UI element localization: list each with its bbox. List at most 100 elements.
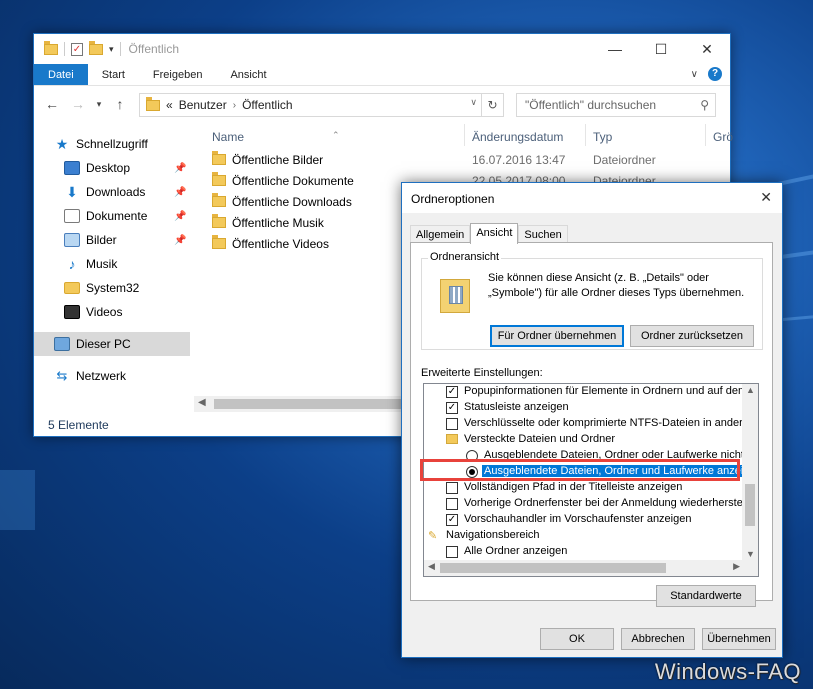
nav-item-this-pc[interactable]: Dieser PC [34,332,190,356]
column-date[interactable]: Änderungsdatum [472,130,563,144]
maximize-button[interactable]: ☐ [638,34,684,64]
checkbox[interactable]: ✓ [446,402,458,414]
refresh-icon[interactable]: ↻ [481,94,503,116]
expand-ribbon-icon[interactable]: ∨ [691,69,698,80]
table-row[interactable]: Öffentliche Bilder 16.07.2016 13:47 Date… [202,150,730,171]
tab-ansicht[interactable]: Ansicht [470,223,519,244]
setting-row[interactable]: Vorherige Ordnerfenster bei der Anmeldun… [424,496,758,512]
setting-label: Statusleiste anzeigen [464,401,569,413]
address-overflow[interactable]: « [166,98,173,112]
quick-access-toolbar: ✓ ▾ [34,40,121,56]
properties-icon[interactable]: ✓ [71,42,83,56]
close-button[interactable]: ✕ [684,34,730,64]
setting-label: Navigationsbereich [446,529,540,541]
checkbox[interactable]: ✓ [446,514,458,526]
file-date: 16.07.2016 13:47 [472,153,566,167]
setting-row[interactable]: Alle Ordner anzeigen [424,544,758,560]
column-name[interactable]: Name [212,130,244,144]
setting-row[interactable]: ✓ Popupinformationen für Elemente in Ord… [424,384,758,400]
search-input[interactable]: "Öffentlich" durchsuchen ⚲ [516,93,716,117]
tab-datei[interactable]: Datei [34,64,88,85]
close-icon[interactable]: ✕ [760,189,772,206]
nav-item-bilder[interactable]: Bilder 📌 [34,228,190,252]
checkbox[interactable] [446,482,458,494]
tab-start[interactable]: Start [88,64,139,85]
file-name: Öffentliche Dokumente [232,174,354,188]
nav-item-system32[interactable]: System32 [34,276,190,300]
setting-group-row: ✎ Navigationsbereich [424,528,758,544]
back-icon[interactable]: ← [42,96,62,112]
breadcrumb-benutzer[interactable]: Benutzer [179,98,227,112]
horizontal-scrollbar[interactable]: ◀ ▶ [424,560,758,576]
setting-row[interactable]: ✓ Vorschauhandler im Vorschaufenster anz… [424,512,758,528]
ok-button[interactable]: OK [540,628,614,650]
nav-label: Dokumente [86,209,148,223]
chevron-down-icon[interactable]: ▾ [109,44,114,55]
recent-locations-icon[interactable]: ▾ [94,99,104,110]
nav-item-videos[interactable]: Videos [34,300,190,324]
breadcrumb-oeffentlich[interactable]: Öffentlich [242,98,292,112]
setting-row[interactable]: ✓ Statusleiste anzeigen [424,400,758,416]
chevron-down-icon[interactable]: ∨ [470,97,477,108]
restore-defaults-button[interactable]: Standardwerte [656,585,756,607]
pin-icon[interactable]: 📌 [174,235,186,246]
search-placeholder: "Öffentlich" durchsuchen [525,98,657,112]
apply-to-folders-button[interactable]: Für Ordner übernehmen [490,325,624,347]
vertical-scrollbar[interactable]: ▲ ▼ [742,384,758,560]
checkbox[interactable]: ✓ [446,386,458,398]
minimize-button[interactable]: — [592,34,638,64]
folder-icon[interactable] [44,40,58,55]
checkbox[interactable] [446,418,458,430]
scroll-down-icon[interactable]: ▼ [746,549,755,559]
help-icon[interactable]: ? [708,67,722,81]
column-divider[interactable] [705,124,706,146]
column-size[interactable]: Grö [713,130,733,144]
wallpaper-beam [0,470,35,530]
column-divider[interactable] [585,124,586,146]
pin-icon[interactable]: 📌 [174,211,186,222]
column-type[interactable]: Typ [593,130,612,144]
nav-item-downloads[interactable]: ⬇ Downloads 📌 [34,180,190,204]
pin-icon[interactable]: 📌 [174,187,186,198]
forward-icon[interactable]: → [68,96,88,112]
scroll-left-icon[interactable]: ◀ [428,561,435,572]
search-icon[interactable]: ⚲ [700,98,709,112]
file-name: Öffentliche Downloads [232,195,352,209]
checkbox[interactable] [446,546,458,558]
address-bar[interactable]: « Benutzer › Öffentlich ∨ ↻ [139,93,504,117]
scrollbar-thumb[interactable] [214,399,424,409]
setting-row[interactable]: Vollständigen Pfad in der Titelleiste an… [424,480,758,496]
scroll-up-icon[interactable]: ▲ [746,385,755,395]
scrollbar-thumb[interactable] [440,563,666,573]
sort-up-icon: ⌃ [332,130,340,140]
horizontal-scrollbar[interactable]: ◀ [194,396,434,412]
nav-item-desktop[interactable]: Desktop 📌 [34,156,190,180]
setting-group-row: Versteckte Dateien und Ordner [424,432,758,448]
nav-item-quick-access[interactable]: ★ Schnellzugriff [34,132,190,156]
nav-item-musik[interactable]: ♪ Musik [34,252,190,276]
folder-view-group: Ordneransicht Sie können diese Ansicht (… [421,251,763,350]
column-divider[interactable] [464,124,465,146]
tab-freigeben[interactable]: Freigeben [139,64,217,85]
chevron-right-icon[interactable]: › [233,100,236,111]
cancel-button[interactable]: Abbrechen [621,628,695,650]
pin-icon[interactable]: 📌 [174,163,186,174]
ribbon-tabs: Datei Start Freigeben Ansicht ∨ ? [34,64,730,86]
new-folder-icon[interactable] [89,40,103,55]
checkbox[interactable] [446,498,458,510]
nav-item-dokumente[interactable]: Dokumente 📌 [34,204,190,228]
tab-ansicht[interactable]: Ansicht [216,64,280,85]
scrollbar-thumb[interactable] [745,484,755,526]
highlight-box [420,459,740,481]
scroll-right-icon[interactable]: ▶ [733,561,740,572]
scroll-left-icon[interactable]: ◀ [198,397,206,408]
nav-label: Desktop [86,161,131,175]
nav-label: System32 [86,281,140,295]
up-icon[interactable]: ↑ [110,96,130,112]
setting-row[interactable]: Verschlüsselte oder komprimierte NTFS-Da… [424,416,758,432]
reset-folders-button[interactable]: Ordner zurücksetzen [630,325,754,347]
nav-item-network[interactable]: ⇆ Netzwerk [34,364,190,388]
ribbon-right-controls: ∨ ? [691,67,722,81]
apply-button[interactable]: Übernehmen [702,628,776,650]
